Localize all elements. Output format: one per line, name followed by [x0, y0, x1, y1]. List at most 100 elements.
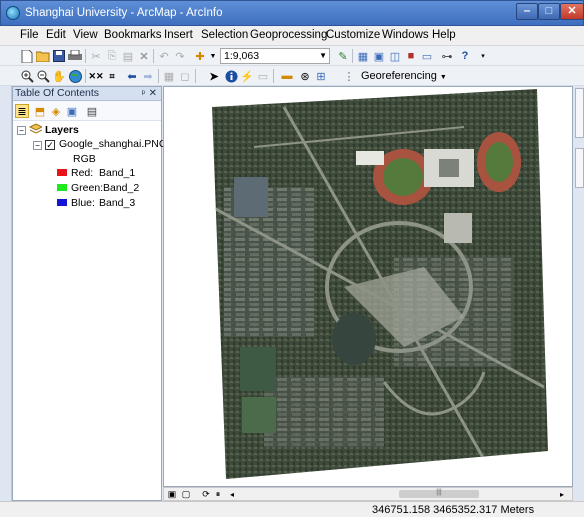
red-band-value: Band_1 [99, 167, 136, 179]
green-band-value: Band_2 [103, 182, 140, 194]
menu-bar: File Edit View Bookmarks Insert Selectio… [0, 26, 584, 46]
table-of-contents-icon[interactable]: ▦ [356, 49, 370, 63]
arctoolbox-icon[interactable]: ■ [404, 49, 418, 63]
list-by-drawing-order-icon[interactable]: ≣ [15, 104, 29, 118]
catalog-dock-tab[interactable] [575, 88, 584, 138]
menu-help[interactable]: Help [432, 29, 456, 41]
pan-hand-icon[interactable]: ✋ [52, 69, 66, 83]
clear-selection-icon[interactable]: ◻ [178, 69, 192, 83]
chevron-down-icon: ▼ [319, 51, 327, 60]
layer-collapse-icon[interactable]: − [33, 141, 42, 150]
data-view-icon[interactable]: ▣ [166, 488, 178, 500]
find-binoculars-icon[interactable]: ⊛ [298, 69, 312, 83]
scroll-thumb[interactable]: ||| [399, 489, 479, 498]
georeferencing-label: Georeferencing [361, 70, 437, 82]
paste-icon[interactable]: ▤ [121, 49, 135, 63]
pause-drawing-icon[interactable]: ⏸ [212, 488, 224, 500]
zoom-out-icon[interactable] [36, 69, 50, 83]
hyperlink-icon[interactable]: ⚡ [240, 69, 254, 83]
map-view[interactable] [163, 86, 573, 487]
scroll-right-arrow-icon[interactable]: ▸ [556, 488, 568, 500]
layout-view-icon[interactable]: ▢ [180, 488, 192, 500]
select-pointer-icon[interactable]: ➤ [207, 69, 221, 83]
fixed-zoom-in-icon[interactable]: ✕✕ [88, 69, 103, 83]
chevron-down-icon: ▼ [439, 74, 447, 81]
list-by-source-icon[interactable]: ⬒ [33, 104, 47, 118]
python-window-icon[interactable]: ▭ [420, 49, 434, 63]
toolbar-separator [153, 49, 154, 63]
minimize-button[interactable]: ‒ [516, 3, 538, 20]
green-band-swatch [57, 184, 67, 191]
select-elements-icon[interactable]: ▦ [162, 69, 176, 83]
layer-name[interactable]: Google_shanghai.PNG [59, 138, 167, 150]
model-builder-icon[interactable]: ⊶ [440, 49, 454, 63]
search-dock-tab[interactable] [575, 148, 584, 188]
add-data-icon[interactable]: ✚ [193, 49, 207, 63]
layers-dataframe-label[interactable]: Layers [45, 124, 79, 136]
fixed-zoom-out-icon[interactable]: ⌗ [105, 69, 119, 83]
menu-edit[interactable]: Edit [46, 29, 66, 41]
toc-title: Table Of Contents [15, 87, 100, 99]
print-icon[interactable] [68, 49, 82, 63]
html-popup-icon[interactable]: ▭ [256, 69, 270, 83]
tools-toolbar: ✋ ✕✕ ⌗ ⬅ ➡ ▦ ◻ ➤ ⚡ ▭ ▬ ⊛ ⊞ ⋮ Georeferenc… [0, 66, 584, 86]
forward-arrow-icon[interactable]: ➡ [141, 69, 155, 83]
whats-this-help-icon[interactable]: ? [458, 49, 472, 63]
identify-icon[interactable] [224, 69, 238, 83]
menu-customize[interactable]: Customize [326, 29, 380, 41]
map-horizontal-scrollbar[interactable]: ▣ ▢ ⟳ ⏸ ◂ ||| ▸ [163, 487, 573, 501]
menu-geoprocessing[interactable]: Geoprocessing [250, 29, 327, 41]
rgb-label: RGB [73, 153, 96, 165]
layer-visibility-checkbox[interactable]: ✓ [45, 140, 55, 150]
catalog-icon[interactable]: ▣ [372, 49, 386, 63]
menu-selection[interactable]: Selection [201, 29, 248, 41]
toc-options-icon[interactable]: ▤ [85, 104, 99, 118]
map-scale-value: 1:9,063 [224, 50, 260, 62]
new-document-icon[interactable] [20, 49, 34, 63]
window-title: Shanghai University - ArcMap - ArcInfo [25, 7, 223, 19]
blue-band-value: Band_3 [99, 197, 136, 209]
full-extent-icon[interactable] [68, 69, 82, 83]
toolbar-separator [85, 49, 86, 63]
go-to-xy-icon[interactable]: ⊞ [314, 69, 328, 83]
menu-insert[interactable]: Insert [164, 29, 193, 41]
maximize-button[interactable]: □ [538, 3, 560, 20]
measure-icon[interactable]: ▬ [280, 69, 294, 83]
undo-icon[interactable]: ↶ [157, 49, 171, 63]
save-icon[interactable] [52, 49, 66, 63]
list-by-selection-icon[interactable]: ▣ [65, 104, 79, 118]
green-channel-label: Green: [71, 182, 104, 194]
toolbar-separator [352, 49, 353, 63]
toolbar-grip-icon: ⋮ [343, 70, 355, 83]
back-arrow-icon[interactable]: ⬅ [125, 69, 139, 83]
menu-bookmarks[interactable]: Bookmarks [104, 29, 162, 41]
zoom-in-icon[interactable] [20, 69, 34, 83]
add-data-dropdown-icon[interactable]: ▼ [206, 49, 220, 63]
editor-toolbar-icon[interactable]: ✎ [336, 49, 350, 63]
toolbar-separator [273, 69, 274, 83]
delete-icon[interactable]: ✕ [137, 49, 151, 63]
pin-icon[interactable]: ᵖ [142, 87, 145, 100]
toc-close-icon[interactable]: ✕ [149, 87, 157, 100]
menu-windows[interactable]: Windows [382, 29, 429, 41]
copy-icon[interactable]: ⎘ [105, 49, 119, 63]
search-window-icon[interactable]: ◫ [388, 49, 402, 63]
cut-icon[interactable]: ✂ [89, 49, 103, 63]
list-by-visibility-icon[interactable]: ◈ [49, 104, 63, 118]
close-button[interactable]: ✕ [560, 3, 584, 20]
title-bar: Shanghai University - ArcMap - ArcInfo ‒… [0, 0, 584, 26]
open-folder-icon[interactable] [36, 49, 50, 63]
redo-icon[interactable]: ↷ [173, 49, 187, 63]
map-scale-combo[interactable]: 1:9,063 ▼ [220, 48, 330, 64]
toc-header: Table Of Contents ᵖ ✕ [13, 87, 161, 101]
left-dock-strip [0, 86, 12, 501]
menu-view[interactable]: View [73, 29, 98, 41]
status-bar: 346751.158 3465352.317 Meters [0, 501, 584, 517]
toc-toolbar: ≣ ⬒ ◈ ▣ ▤ [13, 101, 161, 121]
scroll-left-arrow-icon[interactable]: ◂ [226, 488, 238, 500]
toolbar-options-icon[interactable]: ▾ [476, 49, 490, 63]
refresh-icon[interactable]: ⟳ [200, 488, 212, 500]
georeferencing-menu[interactable]: Georeferencing ▼ [361, 70, 447, 82]
layers-collapse-icon[interactable]: − [17, 126, 26, 135]
menu-file[interactable]: File [20, 29, 39, 41]
